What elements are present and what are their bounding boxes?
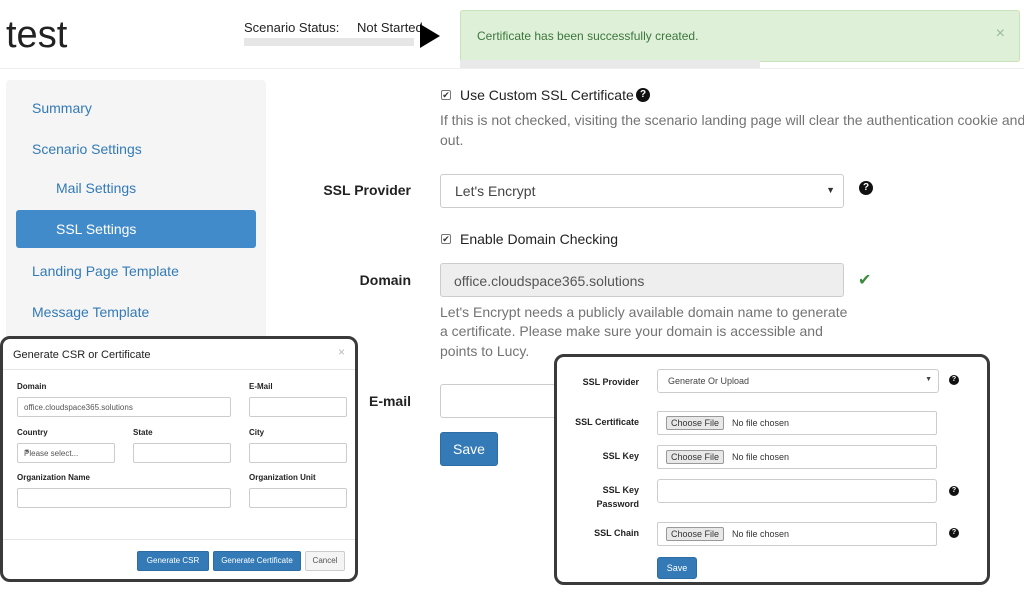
m2-cert-label: SSL Certificate [575,417,639,427]
enable-domain-checkbox[interactable]: ✔ [441,234,451,244]
csr-state-field[interactable] [133,443,231,463]
m2-provider-label: SSL Provider [582,377,639,387]
csr-domain-label: Domain [17,382,47,391]
domain-field[interactable]: office.cloudspace365.solutions [440,263,844,297]
no-file-text: No file chosen [732,452,790,462]
csr-org-name-field[interactable] [17,488,231,508]
sidebar-item-scenario-settings[interactable]: Scenario Settings [32,141,142,157]
m2-save-button[interactable]: Save [657,557,697,579]
scenario-status-label: Scenario Status: [244,20,340,35]
domain-help-line-1: Let's Encrypt needs a publicly available… [440,304,848,320]
question-icon[interactable]: ? [636,88,650,102]
header-divider [0,68,1024,69]
use-custom-ssl-checkbox[interactable]: ✔ [441,90,451,100]
enable-domain-label: Enable Domain Checking [460,231,618,247]
generate-csr-modal: Generate CSR or Certificate × Domain off… [0,336,358,582]
csr-email-label: E-Mail [249,382,273,391]
csr-city-label: City [249,428,265,437]
m2-key-file-input[interactable]: Choose File No file chosen [657,445,937,469]
csr-state-label: State [133,428,153,437]
m2-provider-value: Generate Or Upload [668,376,750,386]
sidebar-item-label: SSL Settings [56,221,137,237]
domain-value: office.cloudspace365.solutions [454,273,645,289]
modal-header-divider [3,369,355,370]
close-icon[interactable]: × [338,345,345,359]
m2-key-password-label-1: SSL Key [602,485,639,495]
csr-country-select[interactable]: Please select... ▼ [17,443,115,463]
save-button[interactable]: Save [440,432,498,466]
ssl-provider-select[interactable]: Let's Encrypt ▼ [440,174,844,208]
chevron-down-icon: ▼ [826,185,835,195]
no-file-text: No file chosen [732,418,790,428]
choose-file-button[interactable]: Choose File [666,527,725,541]
domain-help-line-3: points to Lucy. [440,343,530,359]
page-title: test [6,14,68,56]
email-field[interactable] [440,384,570,418]
scenario-status-value: Not Started [357,20,423,35]
csr-org-name-label: Organization Name [17,473,90,482]
m2-provider-select[interactable]: Generate Or Upload ▼ [657,369,939,393]
check-icon: ✔ [858,272,872,289]
chevron-down-icon: ▼ [925,376,932,383]
choose-file-button[interactable]: Choose File [666,450,725,464]
generate-certificate-button[interactable]: Generate Certificate [213,551,301,571]
csr-country-label: Country [17,428,48,437]
sidebar-item-mail-settings[interactable]: Mail Settings [56,180,136,196]
sidebar: Summary Scenario Settings Mail Settings … [6,80,266,350]
sidebar-item-summary[interactable]: Summary [32,100,92,116]
m2-chain-label: SSL Chain [594,528,639,538]
sidebar-item-message-template[interactable]: Message Template [32,304,149,320]
alert-message: Certificate has been successfully create… [477,29,699,43]
custom-ssl-help-text: If this is not checked, visiting the sce… [440,112,1024,128]
csr-city-field[interactable] [249,443,347,463]
domain-help-line-2: a certificate. Please make sure your dom… [440,323,823,339]
ssl-provider-label: SSL Provider [323,182,411,198]
cancel-button[interactable]: Cancel [305,551,345,571]
csr-org-unit-label: Organization Unit [249,473,316,482]
custom-ssl-help-text-cont: out. [440,132,464,148]
ssl-upload-panel: SSL Provider Generate Or Upload ▼ ? SSL … [554,354,990,585]
csr-org-unit-field[interactable] [249,488,347,508]
csr-domain-field[interactable]: office.cloudspace365.solutions [17,397,231,417]
question-icon[interactable]: ? [949,486,959,496]
sidebar-item-landing-page-template[interactable]: Landing Page Template [32,263,179,279]
sidebar-item-ssl-settings[interactable]: SSL Settings [16,210,256,248]
chevron-down-icon: ▼ [24,449,30,455]
no-file-text: No file chosen [732,529,790,539]
modal-title: Generate CSR or Certificate [13,349,151,361]
question-icon[interactable]: ? [859,181,873,195]
csr-email-field[interactable] [249,397,347,417]
m2-key-label: SSL Key [602,451,639,461]
choose-file-button[interactable]: Choose File [666,416,725,430]
csr-domain-value: office.cloudspace365.solutions [24,403,133,412]
m2-chain-file-input[interactable]: Choose File No file chosen [657,522,937,546]
generate-csr-button[interactable]: Generate CSR [137,551,209,571]
m2-cert-file-input[interactable]: Choose File No file chosen [657,411,937,435]
m2-key-password-label-2: Password [596,499,639,509]
success-alert: Certificate has been successfully create… [460,10,1020,62]
play-arrow-icon [420,24,440,48]
scenario-status: Scenario Status: Not Started [244,20,423,35]
ssl-provider-value: Let's Encrypt [455,183,536,199]
m2-key-password-field[interactable] [657,479,937,503]
alert-close-icon[interactable]: × [996,25,1005,43]
modal-footer-divider [3,539,355,540]
question-icon[interactable]: ? [949,375,959,385]
use-custom-ssl-label: Use Custom SSL Certificate [460,87,634,103]
status-progress-bar [244,38,414,46]
domain-label: Domain [359,272,411,288]
alert-strip [460,60,760,68]
question-icon[interactable]: ? [949,528,959,538]
